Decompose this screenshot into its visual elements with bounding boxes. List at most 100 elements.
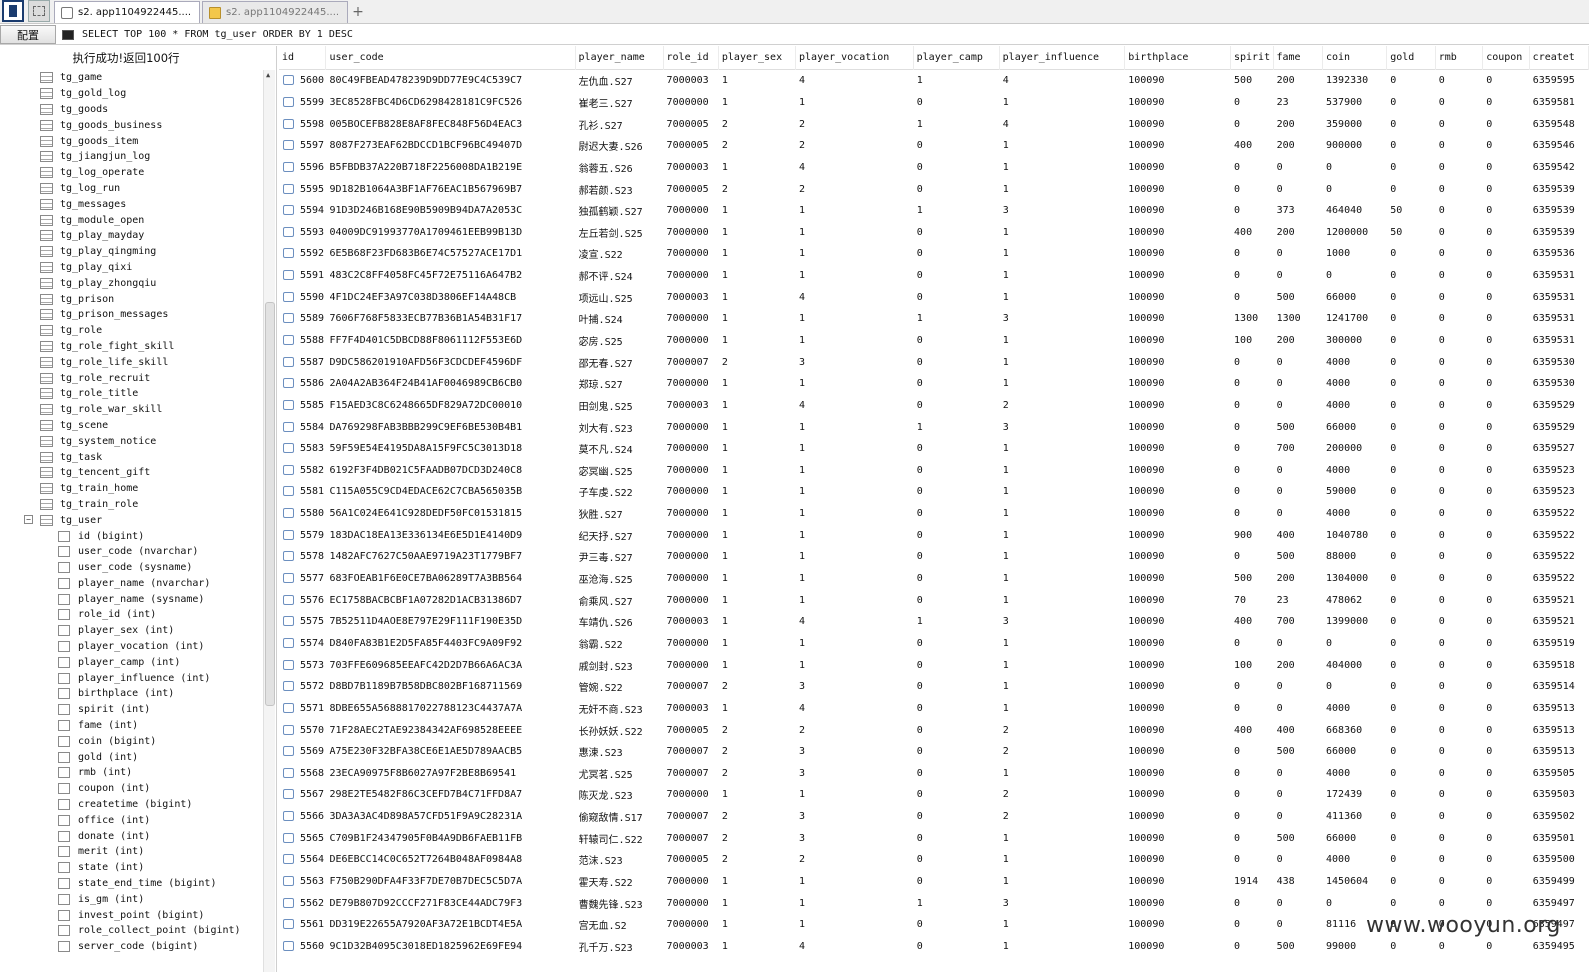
row-icon[interactable] xyxy=(283,443,294,454)
table-row[interactable]: 5600 80C49FBEAD478239D9DD77E9C4C539C7 左仇血.… xyxy=(279,70,1589,92)
tree-column-item[interactable]: rmb (int) xyxy=(0,765,262,781)
config-button[interactable]: 配置 xyxy=(0,25,56,44)
tree-column-item[interactable]: player_sex (int) xyxy=(0,623,262,639)
row-icon[interactable] xyxy=(283,616,294,627)
tree-table-item[interactable]: tg_role_title xyxy=(0,386,262,402)
tree-column-item[interactable]: player_vocation (int) xyxy=(0,639,262,655)
table-row[interactable]: 5584 DA769298FAB3BBB299C9EF6BE530B4B1 刘大有.… xyxy=(279,416,1589,438)
table-row[interactable]: 5578 1482AFC7627C50AAE9719A23T1779BF7 尹三毒.… xyxy=(279,546,1589,568)
scroll-thumb[interactable] xyxy=(265,302,275,706)
row-icon[interactable] xyxy=(283,313,294,324)
row-icon[interactable] xyxy=(283,248,294,259)
tree-scrollbar[interactable]: ▲ xyxy=(263,70,275,972)
tree-table-item[interactable]: tg_role_recruit xyxy=(0,370,262,386)
row-icon[interactable] xyxy=(283,464,294,475)
tab-browser[interactable]: s2. app1104922445.... xyxy=(202,1,348,23)
row-icon[interactable] xyxy=(283,940,294,951)
table-row[interactable]: 5569 A75E230F32BFA38CE6E1AE5D789AACB5 惠涑.S… xyxy=(279,741,1589,763)
tree-column-item[interactable]: id (bigint) xyxy=(0,528,262,544)
table-row[interactable]: 5572 D8BD7B1189B7B58DBC802BF168711569 管婉.S… xyxy=(279,676,1589,698)
sql-query-input[interactable] xyxy=(80,25,1589,44)
row-icon[interactable] xyxy=(283,811,294,822)
table-row[interactable]: 5587 D9DC586201910AFD56F3CDCDEF4596DF 邵无春.… xyxy=(279,351,1589,373)
add-tab-button[interactable]: + xyxy=(348,1,368,23)
table-row[interactable]: 5594 91D3D246B168E90B5909B94DA7A2053C 独孤鹤颖… xyxy=(279,200,1589,222)
row-icon[interactable] xyxy=(283,832,294,843)
row-icon[interactable] xyxy=(283,161,294,172)
tree-column-item[interactable]: coupon (int) xyxy=(0,781,262,797)
sidebar-toggle-icon[interactable] xyxy=(2,0,24,22)
tree-table-item[interactable]: tg_goods_business xyxy=(0,117,262,133)
row-icon[interactable] xyxy=(283,529,294,540)
table-row[interactable]: 5567 298E2TE5482F86C3CEFD7B4C71FFD8A7 陈灭龙.… xyxy=(279,784,1589,806)
tree-table-item[interactable]: tg_goods xyxy=(0,102,262,118)
table-row[interactable]: 5598 005BOCEFB828E8AF8FEC848F56D4EAC3 孔衫.S… xyxy=(279,113,1589,135)
column-header-player_camp[interactable]: player_camp xyxy=(914,46,1000,70)
table-row[interactable]: 5580 56A1C024E641C928DEDF50FC01531815 狄胜.S… xyxy=(279,503,1589,525)
row-icon[interactable] xyxy=(283,637,294,648)
tree-column-item[interactable]: user_code (nvarchar) xyxy=(0,544,262,560)
tree-table-item[interactable]: tg_game xyxy=(0,70,262,86)
table-row[interactable]: 5599 3EC8528FBC4D6CD6298428181C9FC526 崔老三.… xyxy=(279,92,1589,114)
tree-column-item[interactable]: role_collect_point (bigint) xyxy=(0,923,262,939)
table-row[interactable]: 5574 D840FA83B1E2D5FA85F4403FC9A09F92 翁霸.S… xyxy=(279,633,1589,655)
table-row[interactable]: 5591 483C2C8FF4058FC45F72E75116A647B2 郝不评.… xyxy=(279,265,1589,287)
tree-table-item-expanded[interactable]: − tg_user xyxy=(0,512,262,528)
tree-table-item[interactable]: tg_play_mayday xyxy=(0,228,262,244)
table-row[interactable]: 5593 04009DC91993770A1709461EEB99B13D 左丘若剑… xyxy=(279,221,1589,243)
column-header-id[interactable]: id xyxy=(279,46,327,70)
row-icon[interactable] xyxy=(283,75,294,86)
tree-table-item[interactable]: tg_prison xyxy=(0,291,262,307)
row-icon[interactable] xyxy=(283,508,294,519)
row-icon[interactable] xyxy=(283,118,294,129)
column-header-birthplace[interactable]: birthplace xyxy=(1125,46,1231,70)
tree-table-item[interactable]: tg_scene xyxy=(0,418,262,434)
tree-table-item[interactable]: tg_module_open xyxy=(0,212,262,228)
row-icon[interactable] xyxy=(283,226,294,237)
tree-column-item[interactable]: server_code (bigint) xyxy=(0,939,262,955)
table-row[interactable]: 5575 7B52511D4AOE8E797E29F111F190E35D 车靖仇.… xyxy=(279,611,1589,633)
table-row[interactable]: 5576 EC1758BACBCBF1A07282D1ACB31386D7 俞乘风.… xyxy=(279,589,1589,611)
tree-table-item[interactable]: tg_gold_log xyxy=(0,86,262,102)
tree-column-item[interactable]: birthplace (int) xyxy=(0,686,262,702)
tree-column-item[interactable]: player_name (nvarchar) xyxy=(0,576,262,592)
column-header-coupon[interactable]: coupon xyxy=(1483,46,1530,70)
row-icon[interactable] xyxy=(283,681,294,692)
tree-column-item[interactable]: fame (int) xyxy=(0,718,262,734)
tree-column-item[interactable]: player_camp (int) xyxy=(0,654,262,670)
tree-table-item[interactable]: tg_play_zhongqiu xyxy=(0,275,262,291)
table-row[interactable]: 5562 DE79B807D92CCCF271F83CE44ADC79F3 曹魏先锋… xyxy=(279,892,1589,914)
table-row[interactable]: 5565 C709B1F24347905F0B4A9DB6FAEB11FB 轩辕司仁… xyxy=(279,827,1589,849)
tree-table-item[interactable]: tg_system_notice xyxy=(0,433,262,449)
row-icon[interactable] xyxy=(283,291,294,302)
table-row[interactable]: 5588 FF7F4D401C5DBCD88F8061112F553E6D 宓房.S… xyxy=(279,330,1589,352)
table-row[interactable]: 5568 23ECA90975F8B6027A97F2BE8B69541 尤冥茗.S… xyxy=(279,763,1589,785)
tree-column-item[interactable]: player_influence (int) xyxy=(0,670,262,686)
tree-column-item[interactable]: is_gm (int) xyxy=(0,891,262,907)
row-icon[interactable] xyxy=(283,854,294,865)
table-row[interactable]: 5597 8087F273EAF62BDCCD1BCF96BC49407D 尉迟大妻… xyxy=(279,135,1589,157)
column-header-fame[interactable]: fame xyxy=(1274,46,1323,70)
row-icon[interactable] xyxy=(283,96,294,107)
column-header-player_name[interactable]: player_name xyxy=(576,46,664,70)
column-header-createt[interactable]: createt xyxy=(1530,46,1589,70)
table-row[interactable]: 5564 DE6EBCC14C0C652T7264B048AF0984A8 范沫.S… xyxy=(279,849,1589,871)
tree-column-item[interactable]: gold (int) xyxy=(0,749,262,765)
table-row[interactable]: 5577 683FOEAB1F6E0CE7BA06289T7A3BB564 巫沧海.… xyxy=(279,568,1589,590)
tree-column-item[interactable]: coin (bigint) xyxy=(0,733,262,749)
row-icon[interactable] xyxy=(283,746,294,757)
tree-table-item[interactable]: tg_messages xyxy=(0,196,262,212)
table-row[interactable]: 5582 6192F3F4DB021C5FAADB07DCD3D240C8 宓冥幽.… xyxy=(279,460,1589,482)
tree-table-item[interactable]: tg_goods_item xyxy=(0,133,262,149)
column-header-spirit[interactable]: spirit xyxy=(1231,46,1274,70)
new-window-icon[interactable] xyxy=(28,0,50,22)
row-icon[interactable] xyxy=(283,789,294,800)
row-icon[interactable] xyxy=(283,270,294,281)
tree-table-item[interactable]: tg_role xyxy=(0,323,262,339)
table-row[interactable]: 5595 9D182B1064A3BF1AF76EAC1B567969B7 郝若颜.… xyxy=(279,178,1589,200)
table-row[interactable]: 5589 7606F768F5833ECB77B36B1A54B31F17 叶捕.S… xyxy=(279,308,1589,330)
tree-table-item[interactable]: tg_train_home xyxy=(0,481,262,497)
table-row[interactable]: 5573 703FFE609685EEAFC42D2D7B66A6AC3A 戚剑封.… xyxy=(279,654,1589,676)
tree-table-item[interactable]: tg_jiangjun_log xyxy=(0,149,262,165)
table-row[interactable]: 5596 B5FBDB37A220B718F2256008DA1B219E 翁蓉五.… xyxy=(279,157,1589,179)
